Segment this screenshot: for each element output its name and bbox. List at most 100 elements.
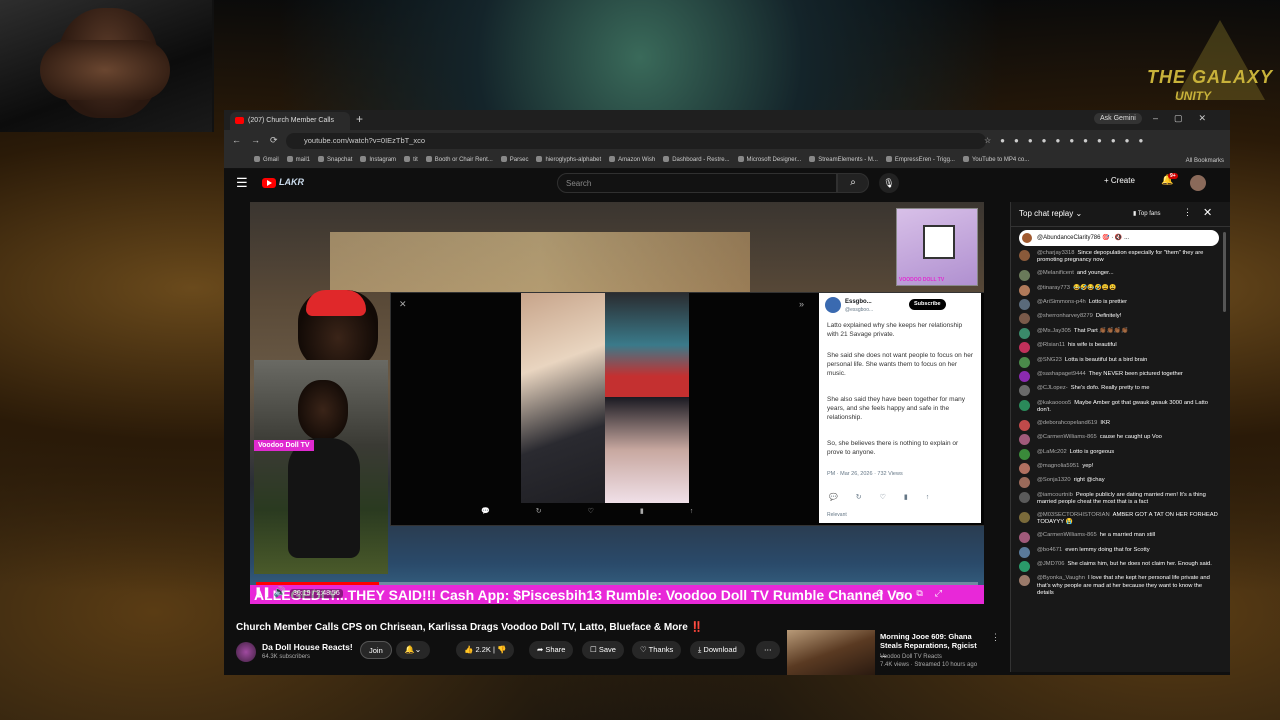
chat-mode-dropdown[interactable]: Top chat replay ⌄ xyxy=(1019,209,1082,218)
pinned-message[interactable]: @AbundanceClarity786 🎯 · 🔇 ... xyxy=(1019,230,1219,246)
save-button[interactable]: ☐ Save xyxy=(582,641,624,659)
chat-author[interactable]: @CJLopez- xyxy=(1037,385,1068,391)
notifications-bell-icon[interactable]: 🔔 9+ xyxy=(1161,173,1178,186)
chat-author[interactable]: @Rlsian11 xyxy=(1037,342,1065,348)
chat-message: @JMD706 She claims him, but he does not c… xyxy=(1019,561,1219,573)
chat-author[interactable]: @LaMc202 xyxy=(1037,449,1067,455)
chat-header: Top chat replay ⌄ ▮ Top fans ⋮ ✕ xyxy=(1011,202,1230,227)
streamer-webcam xyxy=(0,0,214,132)
chat-author[interactable]: @Byonka_Vaughn xyxy=(1037,575,1085,581)
bookmark-item[interactable]: tit xyxy=(404,152,418,168)
chat-author[interactable]: @tinaray773 xyxy=(1037,285,1070,291)
all-bookmarks[interactable]: All Bookmarks xyxy=(1186,158,1224,164)
thanks-button[interactable]: ♡ Thanks xyxy=(632,641,682,659)
join-button[interactable]: Join xyxy=(360,641,392,659)
post-text-1: Latto explained why she keeps her relati… xyxy=(827,322,963,338)
chat-message: @M03SECTORHISTORIAN AMBER GOT A TAT ON HE… xyxy=(1019,512,1219,527)
chat-author[interactable]: @magnolia5951 xyxy=(1037,463,1079,469)
top-fans-button[interactable]: ▮ Top fans xyxy=(1133,210,1161,217)
player-controls-right[interactable]: ◐⚙▭⧉⤢ xyxy=(858,588,954,599)
ask-gemini-button[interactable]: Ask Gemini xyxy=(1094,113,1142,124)
chat-author[interactable]: @deborahcopeland619 xyxy=(1037,420,1097,426)
download-button[interactable]: ⤓ Download xyxy=(690,641,745,659)
chat-avatar xyxy=(1019,434,1030,446)
post-text-2: She said she does not want people to foc… xyxy=(827,352,973,377)
bookmark-item[interactable]: Gmail xyxy=(254,152,279,168)
chat-author[interactable]: @Sonja1320 xyxy=(1037,477,1071,483)
post-action-icons: 💬↻♡▮↑ xyxy=(481,508,740,515)
chat-text: cause he caught up Voo xyxy=(1099,434,1162,441)
search-input[interactable]: Search xyxy=(557,173,837,193)
chat-author[interactable]: @CarmenWilliams-865 xyxy=(1037,434,1097,440)
chat-author[interactable]: @JMD706 xyxy=(1037,561,1064,567)
chat-text: Lotto is prettier xyxy=(1088,298,1128,305)
chat-author[interactable]: @bo4671 xyxy=(1037,547,1062,553)
window-controls[interactable]: –▢✕ xyxy=(1153,113,1222,124)
subscribe-bell-button[interactable]: 🔔⌄ xyxy=(396,641,430,659)
bookmark-item[interactable]: Booth or Chair Rent... xyxy=(426,152,493,168)
chat-message: @CJLopez- She's dofo. Really pretty to me xyxy=(1019,385,1219,397)
chat-more-icon[interactable]: ⋮ xyxy=(1183,207,1192,218)
browser-tab[interactable]: (207) Church Member Calls xyxy=(230,112,350,130)
house-icon xyxy=(923,225,955,259)
create-button[interactable]: + Create xyxy=(1104,176,1135,185)
more-actions-button[interactable]: ⋯ xyxy=(756,641,780,659)
chat-author[interactable]: @Melanificent xyxy=(1037,270,1074,276)
bookmark-item[interactable]: YouTube to MP4 co... xyxy=(963,152,1029,168)
nav-buttons[interactable]: ←→⟳ xyxy=(232,135,288,146)
close-icon[interactable]: ✕ xyxy=(1203,206,1212,219)
chat-author[interactable]: @iamcourtnib xyxy=(1037,492,1073,498)
bookmark-item[interactable]: Amazon Wish xyxy=(609,152,655,168)
chat-message: @deborahcopeland619 IKR xyxy=(1019,419,1219,431)
chat-author[interactable]: @sherronharvey8279 xyxy=(1037,313,1093,319)
chat-author[interactable]: @M03SECTORHISTORIAN xyxy=(1037,512,1110,518)
bookmark-item[interactable]: Snapchat xyxy=(318,152,352,168)
channel-avatar[interactable] xyxy=(236,642,256,662)
bookmark-item[interactable]: Dashboard - Restre... xyxy=(663,152,729,168)
chat-text: They NEVER been pictured together xyxy=(1088,370,1183,377)
chat-author[interactable]: @kakaoooo5 xyxy=(1037,400,1071,406)
chat-avatar xyxy=(1019,575,1030,587)
pause-icon[interactable]: ❚❚ 🔊 xyxy=(254,587,286,598)
bookmark-item[interactable]: Parsec xyxy=(501,152,529,168)
video-image-overlay: ✕ » 💬↻♡▮↑ Essgbo... @essgboo... Subscrib… xyxy=(390,292,984,526)
youtube-logo-icon[interactable] xyxy=(262,178,276,188)
recommended-thumbnail[interactable] xyxy=(787,630,875,675)
chat-text: right @chay xyxy=(1073,477,1105,484)
bookmark-item[interactable]: Microsoft Designer... xyxy=(738,152,802,168)
chat-author[interactable]: @SNG23 xyxy=(1037,357,1062,363)
hamburger-menu-icon[interactable]: ☰ xyxy=(236,175,248,191)
chat-avatar xyxy=(1019,419,1030,431)
more-options-icon[interactable]: ⋮ xyxy=(991,632,1000,643)
bookmark-item[interactable]: StreamElements - M... xyxy=(809,152,878,168)
bookmark-item[interactable]: mail1 xyxy=(287,152,310,168)
chat-author[interactable]: @CarmenWilliams-865 xyxy=(1037,532,1097,538)
avatar[interactable] xyxy=(1190,175,1206,191)
chat-text: he a married man still xyxy=(1099,532,1156,539)
chat-author[interactable]: @sashapaget9444 xyxy=(1037,371,1086,377)
bookmark-item[interactable]: hieroglyphs-alphabet xyxy=(536,152,601,168)
share-button[interactable]: ➦ Share xyxy=(529,641,574,659)
chat-text: Lotto is gorgeous xyxy=(1069,448,1115,455)
video-player[interactable]: ✕ » 💬↻♡▮↑ Essgbo... @essgboo... Subscrib… xyxy=(250,202,984,604)
chat-author[interactable]: @AriSimmons-p4h xyxy=(1037,299,1086,305)
like-button[interactable]: 👍 2.2K | 👎 xyxy=(456,641,515,659)
post-action-row: 💬↻♡▮↑ xyxy=(829,494,948,501)
mic-icon[interactable]: 🎙 xyxy=(879,173,899,193)
new-tab-button[interactable]: + xyxy=(356,112,363,126)
chat-text: his wife is beautiful xyxy=(1068,342,1117,349)
recommended-video[interactable]: Morning Jooe 609: Ghana Steals Reparatio… xyxy=(787,630,1000,675)
chat-avatar xyxy=(1019,370,1030,382)
chat-scrollbar[interactable] xyxy=(1223,232,1226,312)
bookmark-item[interactable]: Instagram xyxy=(360,152,396,168)
search-icon[interactable]: ⌕ xyxy=(837,173,869,193)
extension-icons[interactable]: ☆●●●●●●●●●●● xyxy=(984,136,1152,145)
chat-message: @CarmenWilliams-865 he a married man stil… xyxy=(1019,532,1219,544)
chat-author[interactable]: @charjay3318 xyxy=(1037,250,1074,256)
url-field[interactable]: youtube.com/watch?v=0IEzTbT_xco xyxy=(286,133,986,149)
chat-message: @Rlsian11 his wife is beautiful xyxy=(1019,342,1219,354)
bookmark-item[interactable]: EmpressEren - Trigg... xyxy=(886,152,955,168)
chat-author[interactable]: @Ms.Jay305 xyxy=(1037,328,1071,334)
chat-message: @kakaoooo5 Maybe Amber got that gwauk gwa… xyxy=(1019,399,1219,415)
channel-name[interactable]: Da Doll House Reacts! xyxy=(262,642,353,652)
